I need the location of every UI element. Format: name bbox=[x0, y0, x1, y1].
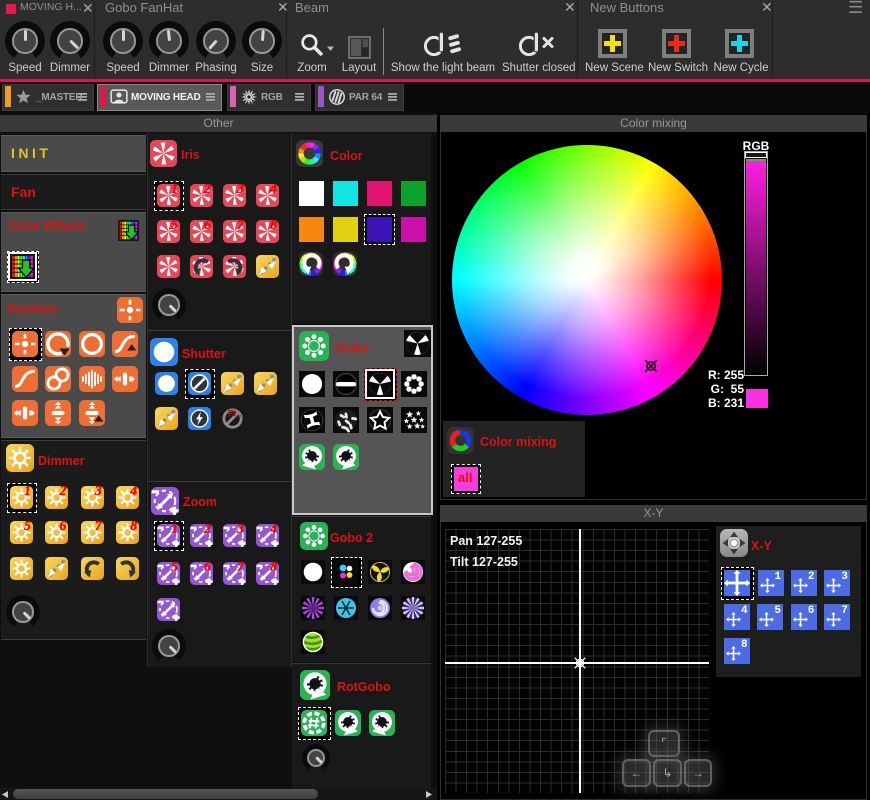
svg-text:Fl...: Fl... bbox=[228, 409, 244, 420]
